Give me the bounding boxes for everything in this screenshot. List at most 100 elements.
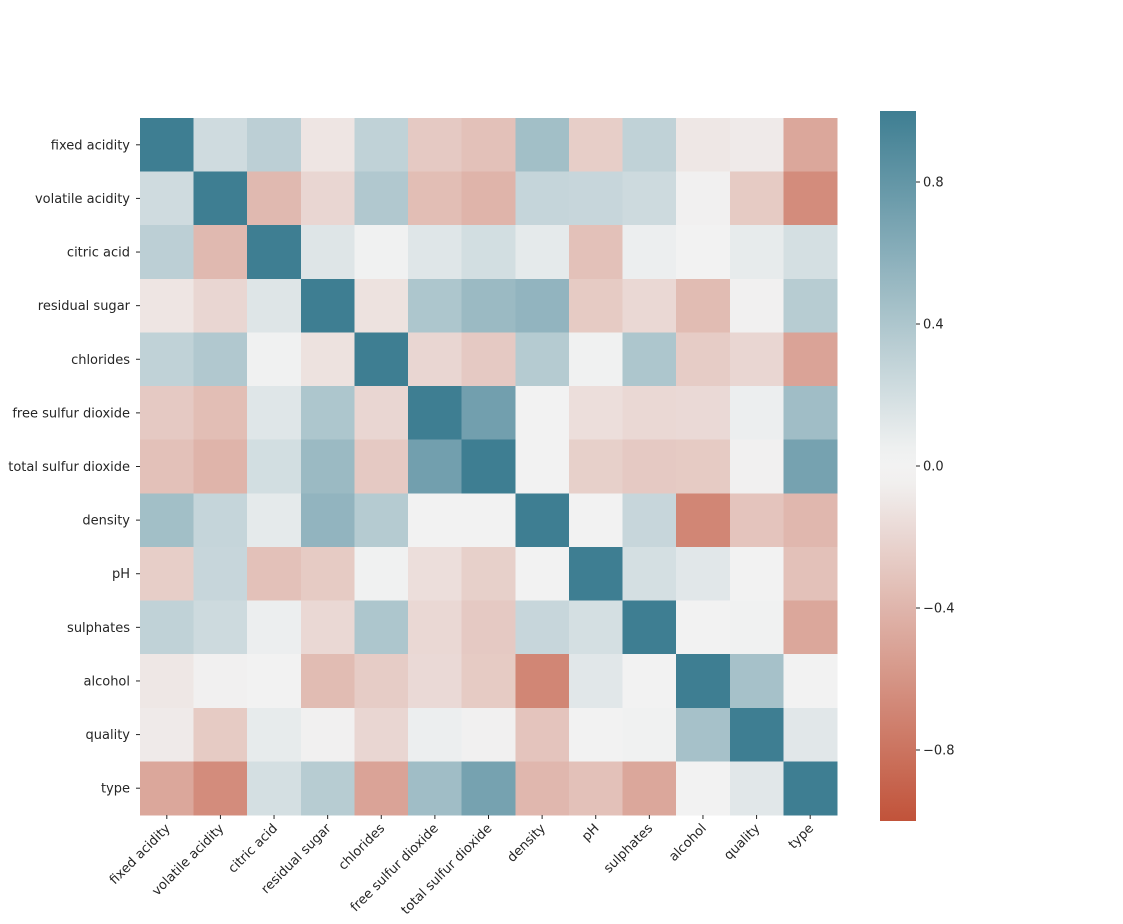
heatmap-cell xyxy=(300,386,356,441)
heatmap-cell xyxy=(515,761,570,816)
heatmap-cell xyxy=(783,439,838,494)
heatmap-cell xyxy=(354,278,409,334)
heatmap-cell xyxy=(461,654,516,709)
heatmap-cell xyxy=(354,118,409,173)
heatmap-cell xyxy=(354,600,409,655)
heatmap-cell xyxy=(568,761,624,816)
heatmap-cell xyxy=(515,600,570,655)
heatmap-cell xyxy=(300,278,356,334)
heatmap-cell xyxy=(568,439,624,494)
heatmap-cells xyxy=(140,118,838,816)
heatmap-cell xyxy=(247,225,302,280)
x-tick-label: sulphates xyxy=(601,821,656,876)
y-tick-label: alcohol xyxy=(84,674,130,689)
y-tick-label: volatile acidity xyxy=(35,192,130,207)
heatmap-cell xyxy=(140,332,195,387)
heatmap-cell xyxy=(408,654,463,709)
heatmap-cell xyxy=(461,546,516,602)
heatmap-cell xyxy=(622,761,677,816)
heatmap-cell xyxy=(622,546,677,602)
heatmap-cell xyxy=(461,439,516,494)
x-axis: fixed acidityvolatile aciditycitric acid… xyxy=(107,815,817,918)
heatmap-cell xyxy=(729,546,784,602)
y-tick-label: type xyxy=(101,782,130,797)
heatmap-cell xyxy=(193,118,248,173)
heatmap-cell xyxy=(193,493,248,548)
heatmap-cell xyxy=(729,654,784,709)
x-tick-label: alcohol xyxy=(666,821,709,864)
heatmap-cell xyxy=(193,761,248,816)
heatmap-cell xyxy=(783,332,838,387)
heatmap-cell xyxy=(622,225,677,280)
colorbar-tick-label: 0.4 xyxy=(923,318,944,333)
heatmap-cell xyxy=(676,546,731,602)
heatmap-cell xyxy=(676,707,731,762)
x-tick-label: type xyxy=(786,821,817,852)
heatmap-cell xyxy=(729,600,784,655)
heatmap-cell xyxy=(461,707,516,762)
y-axis: fixed acidity volatile acidity citric acid… xyxy=(8,138,140,797)
heatmap-cell xyxy=(676,225,731,280)
colorbar-tick-label: 0.8 xyxy=(923,176,944,191)
heatmap-cell xyxy=(622,332,677,387)
heatmap-cell xyxy=(568,493,624,548)
heatmap-cell xyxy=(408,118,463,173)
y-tick-label: fixed acidity xyxy=(51,138,131,153)
heatmap-cell xyxy=(247,761,302,816)
heatmap-cell xyxy=(408,761,463,816)
heatmap-cell xyxy=(676,171,731,226)
x-tick-label: chlorides xyxy=(336,821,388,873)
heatmap-cell xyxy=(300,332,356,387)
heatmap-cell xyxy=(247,439,302,494)
heatmap-cell xyxy=(729,118,784,173)
colorbar-tick-label: 0.0 xyxy=(923,460,944,475)
heatmap-cell xyxy=(140,761,195,816)
heatmap-cell xyxy=(622,386,677,441)
heatmap-cell xyxy=(354,493,409,548)
heatmap-cell xyxy=(408,278,463,334)
heatmap-cell xyxy=(622,439,677,494)
heatmap-cell xyxy=(140,493,195,548)
heatmap-cell xyxy=(783,493,838,548)
heatmap-cell xyxy=(140,707,195,762)
heatmap-cell xyxy=(193,386,248,441)
correlation-heatmap: fixed acidity volatile acidity citric acid… xyxy=(8,111,955,918)
heatmap-cell xyxy=(568,600,624,655)
x-tick-label: density xyxy=(505,821,550,866)
heatmap-cell xyxy=(300,439,356,494)
heatmap-cell xyxy=(515,386,570,441)
heatmap-cell xyxy=(193,332,248,387)
heatmap-cell xyxy=(783,654,838,709)
colorbar-tick-label: −0.8 xyxy=(923,744,955,759)
y-tick-label: citric acid xyxy=(67,246,130,261)
heatmap-cell xyxy=(354,225,409,280)
heatmap-cell xyxy=(247,707,302,762)
heatmap-cell xyxy=(676,654,731,709)
heatmap-cell xyxy=(300,707,356,762)
heatmap-cell xyxy=(408,332,463,387)
heatmap-cell xyxy=(193,546,248,602)
heatmap-cell xyxy=(193,439,248,494)
heatmap-cell xyxy=(676,761,731,816)
heatmap-cell xyxy=(300,225,356,280)
heatmap-cell xyxy=(461,278,516,334)
y-tick-label: chlorides xyxy=(71,353,130,368)
x-tick-label: quality xyxy=(721,821,763,863)
heatmap-cell xyxy=(247,278,302,334)
heatmap-cell xyxy=(729,386,784,441)
heatmap-cell xyxy=(676,332,731,387)
colorbar-gradient xyxy=(880,111,916,821)
heatmap-cell xyxy=(140,118,195,173)
heatmap-cell xyxy=(676,118,731,173)
y-tick-label: total sulfur dioxide xyxy=(8,460,130,475)
heatmap-cell xyxy=(515,332,570,387)
heatmap-cell xyxy=(300,600,356,655)
heatmap-cell xyxy=(729,225,784,280)
heatmap-cell xyxy=(247,600,302,655)
heatmap-cell xyxy=(354,332,409,387)
heatmap-cell xyxy=(568,332,624,387)
x-tick-label: pH xyxy=(579,821,602,844)
heatmap-cell xyxy=(461,600,516,655)
heatmap-cell xyxy=(568,546,624,602)
heatmap-cell xyxy=(300,654,356,709)
